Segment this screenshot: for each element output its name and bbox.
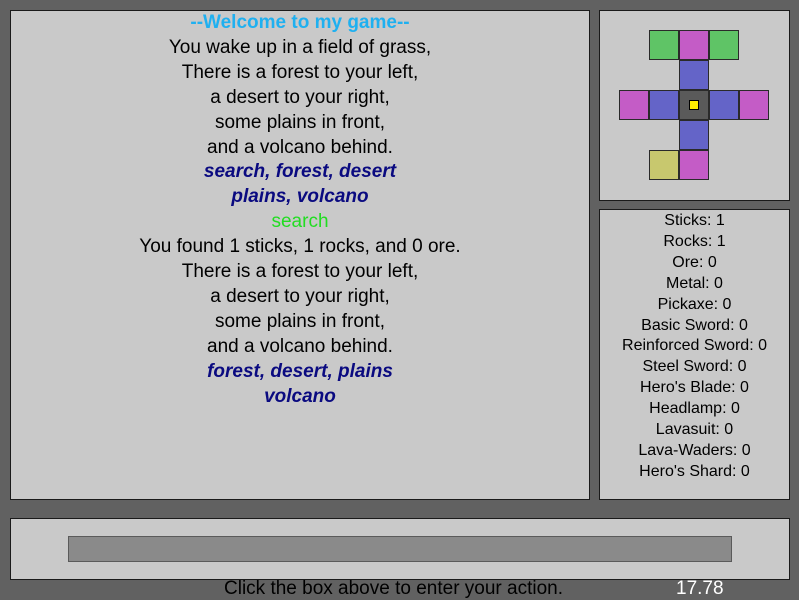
log-line: and a volcano behind.: [207, 335, 393, 357]
map-tile-current: [679, 90, 709, 120]
inventory-item: Hero's Blade: 0: [640, 379, 749, 397]
choice-line: search, forest, desert: [203, 161, 397, 183]
inventory-item: Basic Sword: 0: [641, 316, 748, 334]
map-tile-path: [679, 120, 709, 150]
timer-readout: 17.78: [676, 578, 724, 599]
inventory-panel: Sticks: 1 Rocks: 1 Ore: 0 Metal: 0 Pickaxe: …: [599, 209, 790, 500]
map-tile-path: [709, 90, 739, 120]
log-line: and a volcano behind.: [207, 136, 393, 158]
inventory-item: Pickaxe: 0: [657, 295, 732, 313]
minimap-panel: [599, 10, 790, 201]
choice-line: volcano: [264, 385, 336, 407]
log-line: There is a forest to your left,: [181, 261, 419, 283]
inventory-item: Lava-Waders: 0: [638, 441, 751, 459]
input-hint: Click the box above to enter your action…: [224, 578, 564, 599]
choice-line: plains, volcano: [231, 186, 369, 208]
log-line: There is a forest to your left,: [181, 61, 419, 83]
inventory-item: Ore: 0: [672, 253, 717, 271]
inventory-item: Metal: 0: [666, 274, 723, 292]
map-tile-plains: [679, 150, 709, 180]
command-echo: search: [271, 211, 329, 233]
inventory-item: Rocks: 1: [663, 232, 726, 250]
log-line: a desert to your right,: [210, 285, 390, 307]
map-tile-plains: [679, 30, 709, 60]
log-line: some plains in front,: [214, 310, 386, 332]
log-line: You found 1 sticks, 1 rocks, and 0 ore.: [139, 236, 461, 258]
inventory-item: Hero's Shard: 0: [639, 462, 750, 480]
game-title: --Welcome to my game--: [190, 12, 410, 33]
action-input[interactable]: [68, 536, 732, 562]
inventory-item: Headlamp: 0: [649, 400, 740, 418]
map-tile-path: [649, 90, 679, 120]
map-tile-plains: [739, 90, 769, 120]
log-line: You wake up in a field of grass,: [168, 36, 432, 58]
action-input-panel: [10, 518, 790, 580]
inventory-item: Steel Sword: 0: [642, 358, 747, 376]
map-tile-forest: [649, 30, 679, 60]
map-tile-path: [679, 60, 709, 90]
inventory-item: Sticks: 1: [664, 212, 725, 229]
player-marker-icon: [689, 100, 699, 110]
inventory-item: Lavasuit: 0: [655, 421, 734, 439]
map-tile-plains: [619, 90, 649, 120]
log-line: a desert to your right,: [210, 86, 390, 108]
inventory-item: Reinforced Sword: 0: [622, 337, 767, 355]
map-tile-desert: [649, 150, 679, 180]
story-log-panel: --Welcome to my game-- You wake up in a f…: [10, 10, 590, 500]
map-tile-forest: [709, 30, 739, 60]
choice-line: forest, desert, plains: [207, 360, 393, 382]
log-line: some plains in front,: [214, 111, 386, 133]
